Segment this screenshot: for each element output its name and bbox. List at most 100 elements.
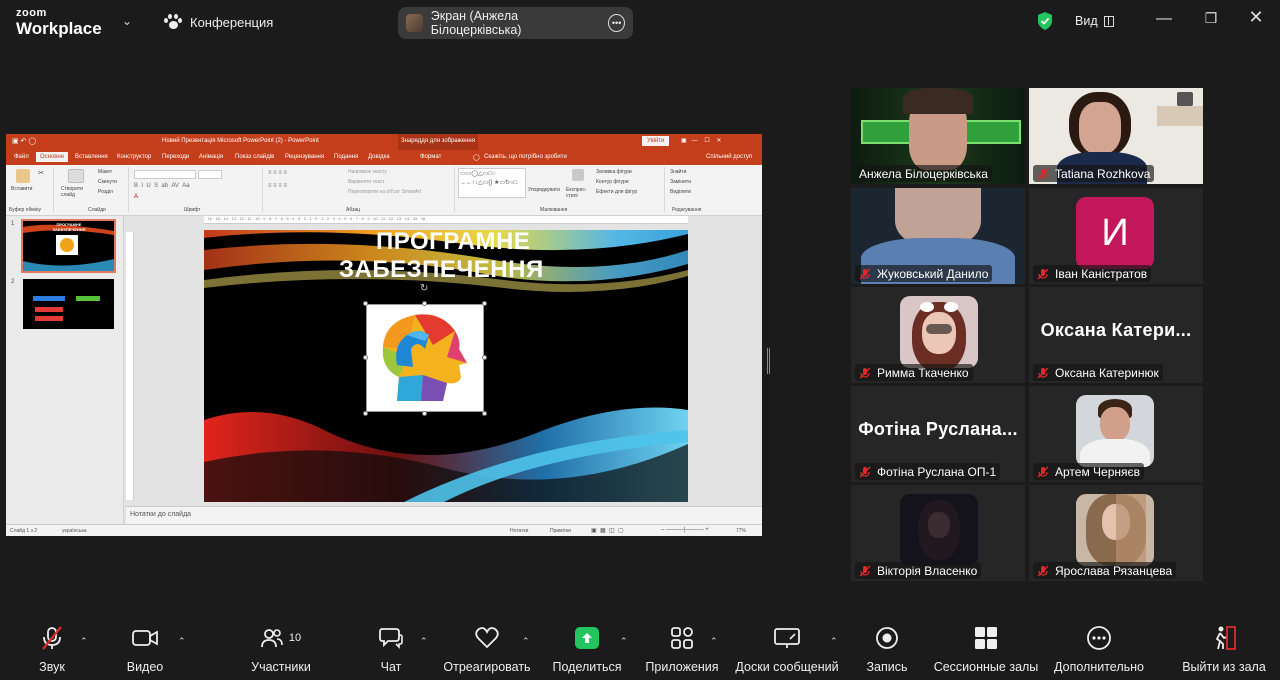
slide-notes[interactable]: Нотатки до слайда <box>126 506 762 524</box>
participant-tile[interactable]: Анжела Білоцерківська <box>851 88 1025 184</box>
heart-icon <box>475 627 499 649</box>
ribbon-align-text: Вирівняти текст <box>348 179 385 185</box>
meeting-label: Конференция <box>190 14 274 30</box>
ppt-tab: Конструктор <box>117 154 152 160</box>
more-options-icon[interactable]: ••• <box>608 14 625 32</box>
selected-head-image[interactable] <box>366 304 484 412</box>
resize-handle[interactable] <box>482 355 487 360</box>
participant-tile[interactable]: Вікторія Власенко <box>851 485 1025 581</box>
resize-handle[interactable] <box>422 411 427 416</box>
slide-title-line-1: ПРОГРАМНЕ <box>376 230 531 255</box>
chevron-up-icon[interactable]: ⌃ <box>830 636 838 647</box>
more-button[interactable]: Дополнительно <box>1052 622 1146 680</box>
chevron-up-icon[interactable]: ⌃ <box>420 636 428 647</box>
status-zoom[interactable]: 77% <box>736 528 746 534</box>
participant-tile[interactable]: Жуковський Данило <box>851 188 1025 284</box>
zoom-workplace-logo[interactable]: zoom Workplace <box>16 8 102 38</box>
chevron-up-icon[interactable]: ⌃ <box>710 636 718 647</box>
ribbon-smartart: Перетворити на об'єкт SmartArt <box>348 189 422 195</box>
video-hair <box>903 88 973 114</box>
ribbon-group: Буфер обміну <box>9 207 42 213</box>
mic-off-icon <box>42 626 62 650</box>
participants-button[interactable]: 10 Участники <box>248 622 314 680</box>
slide-canvas[interactable]: ПРОГРАМНЕ ЗАБЕЗПЕЧЕННЯ ↻ <box>204 230 688 502</box>
status-lang: українська <box>62 528 87 534</box>
split-resize-handle[interactable] <box>767 348 770 374</box>
leave-room-icon <box>1215 626 1236 650</box>
participant-tile[interactable]: Tatiana Rozhkova <box>1029 88 1203 184</box>
more-label: Дополнительно <box>1054 660 1144 674</box>
ribbon-group: Слайди <box>88 207 106 213</box>
slide-thumbnail-1[interactable]: ПРОГРАМНЕ ЗАБЕЗПЕЧЕННЯ <box>21 219 116 273</box>
participants-label: Участники <box>251 660 311 674</box>
font-format-icons: B I U S ab AV Aa <box>134 183 190 189</box>
participant-tile[interactable]: Фотіна Руслана... Фотіна Руслана ОП-1 <box>851 386 1025 482</box>
participant-name: Вікторія Власенко <box>855 562 982 579</box>
resize-handle[interactable] <box>363 301 368 306</box>
view-mode-icons[interactable]: ▣ ▦ ◫ ▢ <box>591 527 624 534</box>
resize-handle[interactable] <box>363 355 368 360</box>
chevron-up-icon[interactable]: ⌃ <box>178 636 186 647</box>
resize-handle[interactable] <box>482 301 487 306</box>
chevron-up-icon[interactable]: ⌃ <box>80 636 88 647</box>
resize-handle[interactable] <box>482 411 487 416</box>
whiteboards-button[interactable]: Доски сообщений <box>734 622 840 680</box>
shapes-gallery: ▭▭◯△▭□○ →←↑↓△▭{} ★▭↻○□ <box>458 168 526 198</box>
status-comments[interactable]: Примітки <box>550 528 571 534</box>
participant-name: Артем Черняєв <box>1033 463 1145 480</box>
ppt-tab: Файл <box>14 154 29 160</box>
participant-tile[interactable]: Римма Ткаченко <box>851 287 1025 383</box>
mic-off-icon <box>859 367 871 378</box>
screen-share-indicator[interactable]: Экран (Анжела Білоцерківська) ••• <box>398 7 633 39</box>
mic-off-icon <box>1037 565 1049 576</box>
slide-thumbnail-2[interactable] <box>23 279 114 329</box>
participant-name: Ярослава Рязанцева <box>1033 562 1177 579</box>
react-button[interactable]: Отреагировать <box>440 622 534 680</box>
participant-tile[interactable]: Ярослава Рязанцева <box>1029 485 1203 581</box>
ppt-tab: Подання <box>334 154 359 160</box>
meeting-info-button[interactable]: Конференция <box>164 14 273 30</box>
ribbon-group: Редагування <box>672 207 702 213</box>
paragraph-icons: ≡ ≡ ≡ ≡ <box>268 170 288 176</box>
audio-label: Звук <box>39 660 65 674</box>
apps-button[interactable]: Приложения <box>642 622 722 680</box>
ppt-title-bar: ▣ ↶ ◯ Новий Презентація Microsoft PowerP… <box>6 134 762 150</box>
participant-tile[interactable]: Артем Черняєв <box>1029 386 1203 482</box>
shield-check-icon[interactable] <box>1036 11 1054 31</box>
zoom-slider[interactable]: – ———|——— + <box>661 527 709 533</box>
chevron-down-icon[interactable]: ⌄ <box>122 14 132 28</box>
view-button[interactable]: Вид <box>1075 14 1114 28</box>
ribbon-text-dir: Напрямок тексту <box>348 169 387 175</box>
chevron-up-icon[interactable]: ⌃ <box>522 636 530 647</box>
shared-screen[interactable]: ▣ ↶ ◯ Новий Презентація Microsoft PowerP… <box>6 134 762 536</box>
share-screen-button[interactable]: Поделиться <box>550 622 624 680</box>
minimize-icon[interactable]: — <box>1154 10 1174 28</box>
react-label: Отреагировать <box>443 660 531 674</box>
participant-name: Оксана Катеринюк <box>1033 364 1163 381</box>
rotate-handle-icon[interactable]: ↻ <box>420 284 430 294</box>
resize-handle[interactable] <box>422 301 427 306</box>
restore-icon[interactable]: ❐ <box>1201 10 1221 27</box>
participant-tile[interactable]: Оксана Катери... Оксана Катеринюк <box>1029 287 1203 383</box>
record-button[interactable]: Запись <box>862 622 912 680</box>
audio-button[interactable]: Звук <box>30 622 74 680</box>
participant-name: Жуковський Данило <box>855 265 993 282</box>
paw-icon <box>164 14 182 30</box>
meeting-toolbar: Звук ⌃ Видео ⌃ 10 Участники Чат ⌃ Отреаг… <box>0 622 1280 680</box>
more-icon <box>1087 626 1111 650</box>
paste-icon <box>16 169 30 183</box>
leave-room-button[interactable]: Выйти из зала <box>1178 622 1270 680</box>
resize-handle[interactable] <box>363 411 368 416</box>
participant-tile[interactable]: И Іван Каністратов <box>1029 188 1203 284</box>
ribbon-section: Розділ <box>98 189 113 195</box>
chat-button[interactable]: Чат <box>372 622 410 680</box>
video-button[interactable]: Видео <box>122 622 168 680</box>
ppt-signin: Увійти <box>642 136 670 146</box>
mic-off-icon <box>1037 466 1049 477</box>
ppt-tell-me: Скажіть, що потрібно зробити <box>484 154 567 160</box>
chevron-up-icon[interactable]: ⌃ <box>620 636 628 647</box>
status-notes[interactable]: Нотатки <box>510 528 528 534</box>
breakout-rooms-button[interactable]: Сессионные залы <box>932 622 1040 680</box>
close-icon[interactable]: ✕ <box>1246 7 1266 28</box>
ribbon-arrange: Упорядкувати <box>528 187 560 193</box>
